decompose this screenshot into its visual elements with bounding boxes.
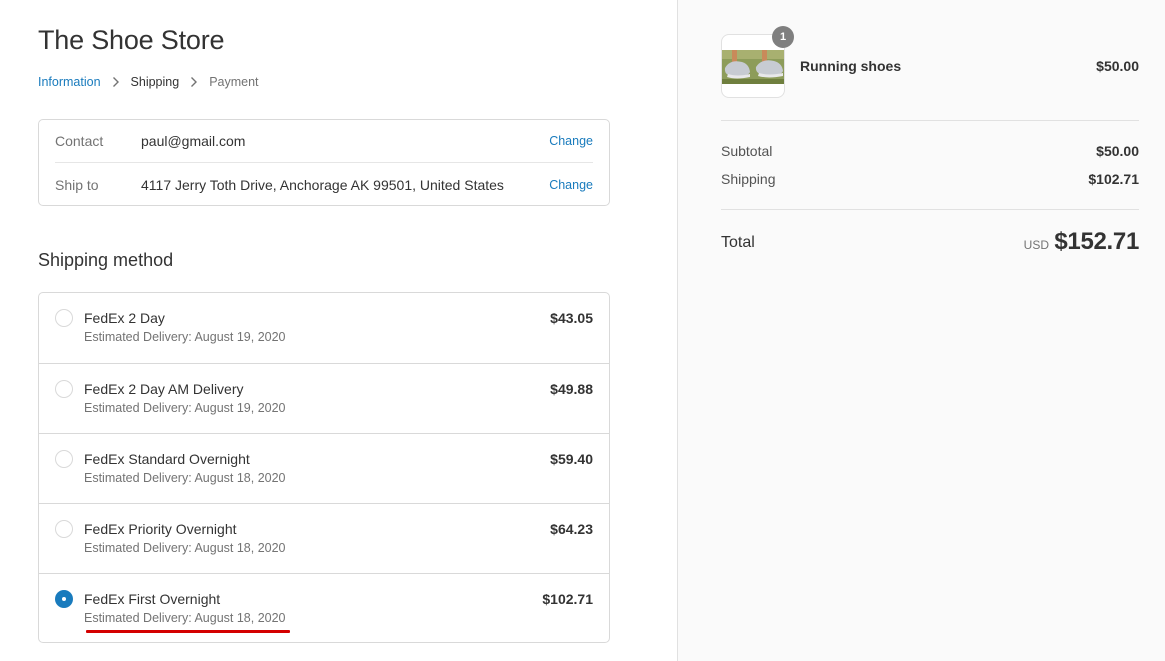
highlight-underline [86, 630, 290, 633]
shipping-option-eta: Estimated Delivery: August 18, 2020 [84, 471, 286, 485]
breadcrumb-shipping: Shipping [130, 75, 180, 89]
shipping-option-fedex-2-day-am[interactable]: FedEx 2 Day AM Delivery Estimated Delive… [39, 363, 609, 433]
shipping-radio-selected[interactable] [55, 590, 73, 608]
shipping-radio[interactable] [55, 309, 73, 327]
shipping-option-name: FedEx 2 Day AM Delivery [84, 381, 244, 397]
breadcrumb-payment: Payment [209, 75, 259, 89]
checkout-main: The Shoe Store Information Shipping Paym… [0, 0, 677, 661]
review-contact-row: Contact paul@gmail.com Change [55, 120, 593, 163]
shipping-radio[interactable] [55, 450, 73, 468]
shipping-option-price: $43.05 [550, 310, 593, 326]
change-ship-to-link[interactable]: Change [549, 178, 593, 192]
shipping-cost-row: Shipping $102.71 [721, 171, 1139, 187]
shipping-option-name: FedEx First Overnight [84, 591, 221, 607]
shipping-option-price: $59.40 [550, 451, 593, 467]
summary-divider [721, 120, 1139, 121]
review-ship-to-value: 4117 Jerry Toth Drive, Anchorage AK 9950… [141, 176, 504, 193]
shipping-option-fedex-first-overnight[interactable]: FedEx First Overnight Estimated Delivery… [39, 573, 609, 643]
store-title: The Shoe Store [38, 25, 225, 55]
total-row: Total USD $152.71 [721, 228, 1139, 258]
quantity-badge: 1 [772, 26, 794, 48]
item-name: Running shoes [800, 58, 902, 74]
item-price: $50.00 [1096, 58, 1139, 74]
total-label: Total [721, 234, 755, 251]
breadcrumb-information[interactable]: Information [38, 75, 101, 89]
shipping-option-price: $64.23 [550, 521, 593, 537]
chevron-right-icon [112, 77, 119, 87]
review-contact-label: Contact [55, 133, 104, 149]
review-box: Contact paul@gmail.com Change Ship to 41… [38, 119, 610, 206]
shipping-cost-value: $102.71 [1088, 171, 1139, 187]
chevron-right-icon [191, 77, 198, 87]
shipping-option-price: $49.88 [550, 381, 593, 397]
shipping-option-fedex-priority-overnight[interactable]: FedEx Priority Overnight Estimated Deliv… [39, 503, 609, 573]
order-summary-sidebar: 1 Running shoes $50.00 Subtotal $50.00 S… [677, 0, 1165, 661]
shipping-option-eta: Estimated Delivery: August 18, 2020 [84, 611, 286, 625]
total-currency: USD [1023, 238, 1049, 252]
change-contact-link[interactable]: Change [549, 134, 593, 148]
shipping-methods-list: FedEx 2 Day Estimated Delivery: August 1… [38, 292, 610, 643]
shipping-option-name: FedEx Priority Overnight [84, 521, 237, 537]
shipping-radio[interactable] [55, 520, 73, 538]
running-shoes-icon [722, 50, 784, 84]
breadcrumb: Information Shipping Payment [38, 74, 259, 90]
shipping-option-fedex-standard-overnight[interactable]: FedEx Standard Overnight Estimated Deliv… [39, 433, 609, 503]
review-ship-to-row: Ship to 4117 Jerry Toth Drive, Anchorage… [55, 163, 593, 206]
shipping-option-name: FedEx 2 Day [84, 310, 165, 326]
shipping-option-eta: Estimated Delivery: August 19, 2020 [84, 330, 286, 344]
shipping-option-fedex-2-day[interactable]: FedEx 2 Day Estimated Delivery: August 1… [39, 293, 609, 363]
subtotal-label: Subtotal [721, 143, 773, 159]
shipping-method-title: Shipping method [38, 250, 174, 270]
order-item: 1 Running shoes $50.00 [721, 26, 1139, 98]
shipping-cost-label: Shipping [721, 171, 776, 187]
subtotal-value: $50.00 [1096, 143, 1139, 159]
review-contact-value: paul@gmail.com [141, 133, 246, 149]
shipping-option-eta: Estimated Delivery: August 18, 2020 [84, 541, 286, 555]
shipping-radio[interactable] [55, 380, 73, 398]
shipping-option-price: $102.71 [542, 591, 593, 607]
subtotal-row: Subtotal $50.00 [721, 143, 1139, 159]
shipping-option-name: FedEx Standard Overnight [84, 451, 250, 467]
total-value: $152.71 [1054, 228, 1139, 255]
summary-divider [721, 209, 1139, 210]
review-ship-to-label: Ship to [55, 176, 99, 193]
shipping-option-eta: Estimated Delivery: August 19, 2020 [84, 401, 286, 415]
